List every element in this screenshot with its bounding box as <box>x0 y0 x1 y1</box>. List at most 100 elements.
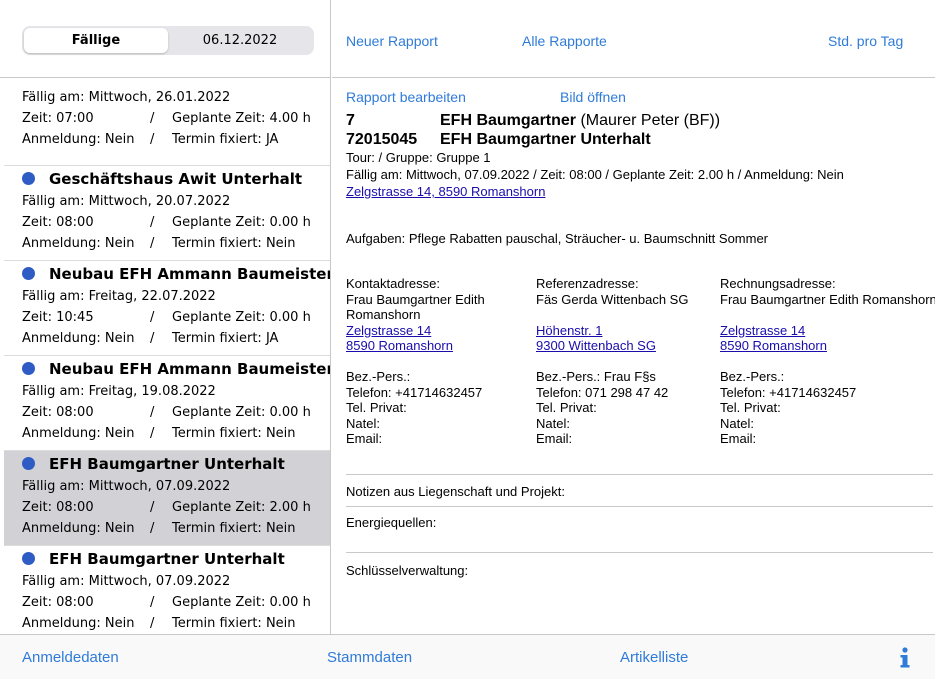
billing-private-phone: Tel. Privat: <box>720 400 781 415</box>
due-info-line: Fällig am: Mittwoch, 07.09.2022 / Zeit: … <box>346 167 844 182</box>
hours-per-day-button[interactable]: Std. pro Tag <box>828 33 903 49</box>
reference-street-link[interactable]: Höhenstr. 1 <box>536 323 688 339</box>
all-reports-button[interactable]: Alle Rapporte <box>522 33 607 49</box>
billing-city-link[interactable]: 8590 Romanshorn <box>720 338 935 354</box>
due-date-line: Fällig am: Freitag, 22.07.2022 <box>22 289 216 304</box>
time-label: Zeit: 08:00 <box>22 500 94 515</box>
billing-person: Bez.-Pers.: <box>720 369 785 384</box>
employee-name: (Maurer Peter (BF)) <box>576 112 721 129</box>
tab-master-data[interactable]: Stammdaten <box>327 649 412 666</box>
tour-group-line: Tour: / Gruppe: Gruppe 1 <box>346 150 491 165</box>
billing-heading: Rechnungsadresse: <box>720 276 836 291</box>
planned-time-label: Geplante Zeit: 2.00 h <box>172 500 311 515</box>
fixed-appointment-label: Termin fixiert: Nein <box>172 426 296 441</box>
new-report-button[interactable]: Neuer Rapport <box>346 33 438 49</box>
fixed-appointment-label: Termin fixiert: JA <box>172 331 279 346</box>
date-filter-segmented-control: Fällige 06.12.2022 <box>22 26 314 55</box>
separator: / <box>150 595 155 610</box>
separator: / <box>150 521 155 536</box>
notes-label: Notizen aus Liegenschaft und Projekt: <box>346 484 565 499</box>
reference-address: Referenzadresse: Fäs Gerda Wittenbach SG… <box>536 276 688 447</box>
contact-mobile: Natel: <box>346 415 380 431</box>
billing-phone: Telefon: +41714632457 <box>720 384 857 400</box>
reference-heading: Referenzadresse: <box>536 276 639 291</box>
registration-label: Anmeldung: Nein <box>22 616 135 631</box>
tab-article-list[interactable]: Artikelliste <box>620 649 688 666</box>
item-title: EFH Baumgartner Unterhalt <box>49 549 285 568</box>
report-detail-pane: Neuer Rapport Alle Rapporte Std. pro Tag… <box>332 0 935 634</box>
registration-label: Anmeldung: Nein <box>22 331 135 346</box>
due-date-line: Fällig am: Mittwoch, 26.01.2022 <box>22 90 231 105</box>
reference-name: Fäs Gerda Wittenbach SG <box>536 291 689 307</box>
segment-due[interactable]: Fällige <box>24 28 168 53</box>
due-date-line: Fällig am: Mittwoch, 07.09.2022 <box>22 479 231 494</box>
keys-label: Schlüsselverwaltung: <box>346 563 469 578</box>
contact-private-phone: Tel. Privat: <box>346 400 407 415</box>
planned-time-label: Geplante Zeit: 0.00 h <box>172 595 311 610</box>
info-icon[interactable] <box>897 645 913 669</box>
registration-label: Anmeldung: Nein <box>22 521 135 536</box>
contact-city-link[interactable]: 8590 Romanshorn <box>346 338 485 354</box>
list-item[interactable]: Geschäftshaus Awit Unterhalt Fällig am: … <box>4 166 330 261</box>
tasks-line: Aufgaben: Pflege Rabatten pauschal, Strä… <box>346 231 769 246</box>
report-list[interactable]: Fällig am: Mittwoch, 26.01.2022 Zeit: 07… <box>4 78 330 634</box>
segment-date[interactable]: 06.12.2022 <box>168 28 312 53</box>
fixed-appointment-label: Termin fixiert: JA <box>172 132 279 147</box>
divider <box>346 552 933 553</box>
reference-private-phone: Tel. Privat: <box>536 400 597 415</box>
registration-label: Anmeldung: Nein <box>22 426 135 441</box>
object-name: EFH Baumgartner <box>440 112 577 129</box>
fixed-appointment-label: Termin fixiert: Nein <box>172 616 296 631</box>
reference-mobile: Natel: <box>536 415 570 431</box>
object-address-link[interactable]: Zelgstrasse 14, 8590 Romanshorn <box>346 184 545 199</box>
reference-person: Bez.-Pers.: Frau F§s <box>536 369 656 384</box>
separator: / <box>150 426 155 441</box>
status-dot-icon <box>22 552 35 565</box>
list-item[interactable]: Neubau EFH Ammann Baumeisterarbe Fällig … <box>4 261 330 356</box>
planned-time-label: Geplante Zeit: 4.00 h <box>172 111 311 126</box>
time-label: Zeit: 08:00 <box>22 215 94 230</box>
list-item-selected[interactable]: EFH Baumgartner Unterhalt Fällig am: Mit… <box>4 451 330 546</box>
status-dot-icon <box>22 457 35 470</box>
top-action-bar: Neuer Rapport Alle Rapporte Std. pro Tag <box>332 0 935 78</box>
reference-email: Email: <box>536 431 573 446</box>
list-item[interactable]: Fällig am: Mittwoch, 26.01.2022 Zeit: 07… <box>4 87 330 166</box>
time-label: Zeit: 08:00 <box>22 405 94 420</box>
reference-phone: Telefon: 071 298 47 42 <box>536 384 669 400</box>
due-date-line: Fällig am: Mittwoch, 07.09.2022 <box>22 574 231 589</box>
due-date-line: Fällig am: Mittwoch, 20.07.2022 <box>22 194 231 209</box>
billing-email: Email: <box>720 431 757 446</box>
item-title: Geschäftshaus Awit Unterhalt <box>49 169 303 188</box>
billing-name: Frau Baumgartner Edith Romanshorn <box>720 291 935 307</box>
time-label: Zeit: 10:45 <box>22 310 94 325</box>
billing-address: Rechnungsadresse: Frau Baumgartner Edith… <box>720 276 935 447</box>
divider <box>346 474 933 475</box>
project-number: 72015045 <box>346 131 418 148</box>
contact-street-link[interactable]: Zelgstrasse 14 <box>346 323 485 339</box>
item-title: Neubau EFH Ammann Baumeisterarbe <box>49 264 330 283</box>
divider <box>346 506 933 507</box>
separator: / <box>150 236 155 251</box>
tab-registration-data[interactable]: Anmeldedaten <box>22 649 119 666</box>
contact-email: Email: <box>346 431 383 446</box>
list-item[interactable]: Neubau EFH Ammann Baumeisterarbe Fällig … <box>4 356 330 451</box>
separator: / <box>150 111 155 126</box>
report-list-pane: Fällige 06.12.2022 Fällig am: Mittwoch, … <box>0 0 331 634</box>
billing-street-link[interactable]: Zelgstrasse 14 <box>720 323 935 339</box>
separator: / <box>150 215 155 230</box>
status-dot-icon <box>22 267 35 280</box>
due-date-line: Fällig am: Freitag, 19.08.2022 <box>22 384 216 399</box>
report-number: 7 <box>346 112 355 129</box>
open-image-button[interactable]: Bild öffnen <box>560 89 626 105</box>
reference-city-link[interactable]: 9300 Wittenbach SG <box>536 338 688 354</box>
contact-name-cont: Romanshorn <box>346 307 421 322</box>
planned-time-label: Geplante Zeit: 0.00 h <box>172 405 311 420</box>
fixed-appointment-label: Termin fixiert: Nein <box>172 236 296 251</box>
fixed-appointment-label: Termin fixiert: Nein <box>172 521 296 536</box>
status-dot-icon <box>22 362 35 375</box>
contact-person: Bez.-Pers.: <box>346 369 411 384</box>
edit-report-button[interactable]: Rapport bearbeiten <box>346 89 466 105</box>
list-item[interactable]: EFH Baumgartner Unterhalt Fällig am: Mit… <box>4 546 330 634</box>
billing-mobile: Natel: <box>720 415 754 431</box>
separator: / <box>150 405 155 420</box>
